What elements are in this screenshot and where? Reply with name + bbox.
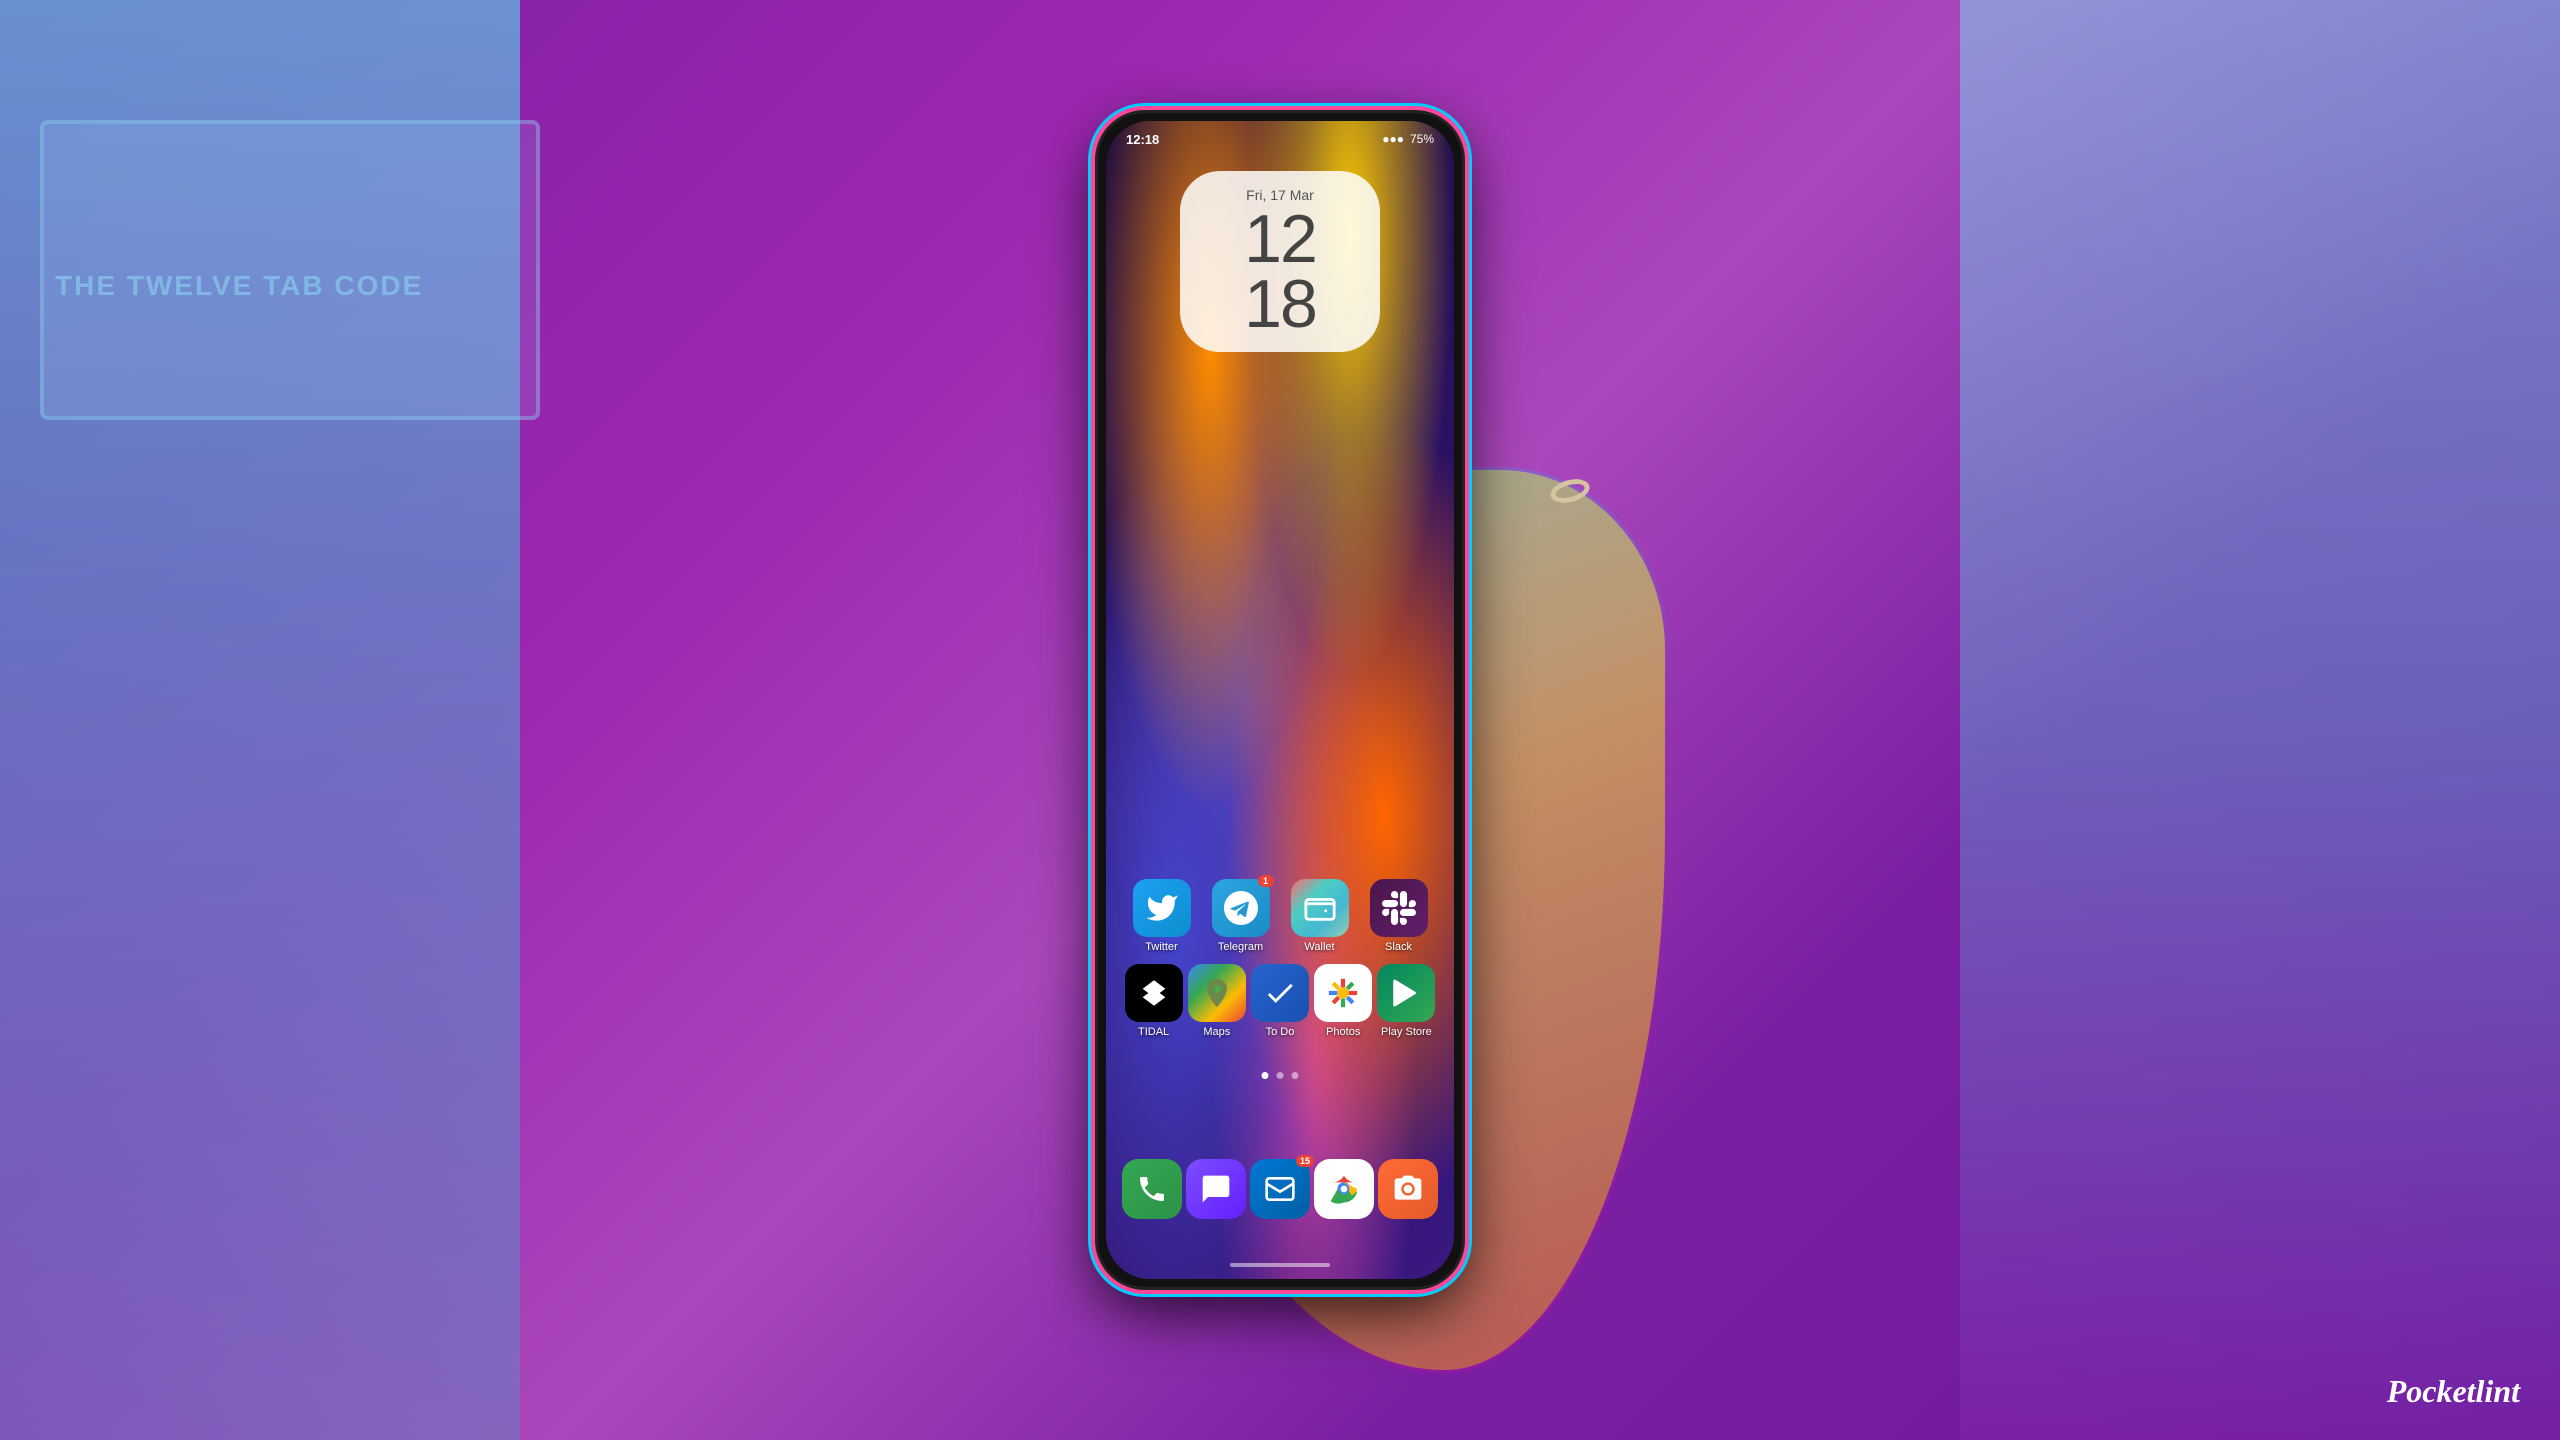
status-right: ●●● 75% bbox=[1382, 132, 1434, 146]
wallet-icon bbox=[1291, 879, 1349, 937]
page-dot-3 bbox=[1292, 1072, 1299, 1079]
app-twitter[interactable]: Twitter bbox=[1126, 879, 1198, 954]
phone-scene: 12:18 ●●● 75% Fri, 17 Mar 12 18 bbox=[830, 70, 1730, 1370]
app-tidal[interactable]: TIDAL bbox=[1122, 964, 1185, 1039]
nav-bar bbox=[1230, 1263, 1330, 1267]
camera-app-icon bbox=[1378, 1159, 1438, 1219]
twitter-label: Twitter bbox=[1145, 941, 1177, 954]
tidal-icon bbox=[1125, 964, 1183, 1022]
watermark: Pocketlint bbox=[2387, 1373, 2520, 1410]
phone-app-icon bbox=[1122, 1159, 1182, 1219]
twitter-icon bbox=[1133, 879, 1191, 937]
maps-icon bbox=[1188, 964, 1246, 1022]
outlook-app-icon: 15 bbox=[1250, 1159, 1310, 1219]
app-slack[interactable]: Slack bbox=[1363, 879, 1435, 954]
dock-phone[interactable] bbox=[1122, 1159, 1182, 1219]
dock-camera[interactable] bbox=[1378, 1159, 1438, 1219]
phone-screen: 12:18 ●●● 75% Fri, 17 Mar 12 18 bbox=[1106, 121, 1454, 1279]
photos-icon bbox=[1314, 964, 1372, 1022]
chat-app-icon bbox=[1186, 1159, 1246, 1219]
clock-minute: 18 bbox=[1244, 266, 1316, 342]
signal-icon: ●●● bbox=[1382, 132, 1404, 146]
wallet-label: Wallet bbox=[1304, 941, 1334, 954]
slack-icon bbox=[1370, 879, 1428, 937]
watermark-text: Pocketlint bbox=[2387, 1373, 2520, 1409]
dock-chrome[interactable] bbox=[1314, 1159, 1374, 1219]
app-row-1: Twitter 1 Telegram bbox=[1122, 879, 1438, 954]
chrome-app-icon bbox=[1314, 1159, 1374, 1219]
status-time: 12:18 bbox=[1126, 132, 1159, 147]
clock-time: 12 18 bbox=[1204, 207, 1356, 336]
todo-icon bbox=[1251, 964, 1309, 1022]
app-wallet[interactable]: Wallet bbox=[1284, 879, 1356, 954]
app-todo[interactable]: To Do bbox=[1248, 964, 1311, 1039]
slack-label: Slack bbox=[1385, 941, 1412, 954]
playstore-label: Play Store bbox=[1381, 1026, 1432, 1039]
tidal-label: TIDAL bbox=[1138, 1026, 1169, 1039]
app-row-2: TIDAL Maps bbox=[1122, 964, 1438, 1039]
maps-label: Maps bbox=[1203, 1026, 1230, 1039]
clock-widget: Fri, 17 Mar 12 18 bbox=[1180, 171, 1380, 352]
telegram-badge: 1 bbox=[1258, 875, 1274, 887]
telegram-icon: 1 bbox=[1212, 879, 1270, 937]
status-bar: 12:18 ●●● 75% bbox=[1106, 121, 1454, 157]
bg-monitor-text: THE TWELVE TAB CODE bbox=[55, 270, 423, 302]
playstore-icon bbox=[1377, 964, 1435, 1022]
todo-label: To Do bbox=[1266, 1026, 1295, 1039]
page-dot-2 bbox=[1277, 1072, 1284, 1079]
page-dots bbox=[1262, 1072, 1299, 1079]
app-maps[interactable]: Maps bbox=[1185, 964, 1248, 1039]
bg-right-overlay bbox=[1960, 0, 2560, 1440]
photos-label: Photos bbox=[1326, 1026, 1360, 1039]
outlook-badge: 15 bbox=[1296, 1155, 1314, 1167]
app-photos[interactable]: Photos bbox=[1312, 964, 1375, 1039]
dock-chat[interactable] bbox=[1186, 1159, 1246, 1219]
dock-outlook[interactable]: 15 bbox=[1250, 1159, 1310, 1219]
page-dot-1 bbox=[1262, 1072, 1269, 1079]
phone-body: 12:18 ●●● 75% Fri, 17 Mar 12 18 bbox=[1095, 110, 1465, 1290]
app-playstore[interactable]: Play Store bbox=[1375, 964, 1438, 1039]
app-telegram[interactable]: 1 Telegram bbox=[1205, 879, 1277, 954]
app-grid: Twitter 1 Telegram bbox=[1106, 879, 1454, 1049]
telegram-label: Telegram bbox=[1218, 941, 1263, 954]
battery-text: 75% bbox=[1410, 132, 1434, 146]
dock: 15 bbox=[1120, 1149, 1440, 1229]
